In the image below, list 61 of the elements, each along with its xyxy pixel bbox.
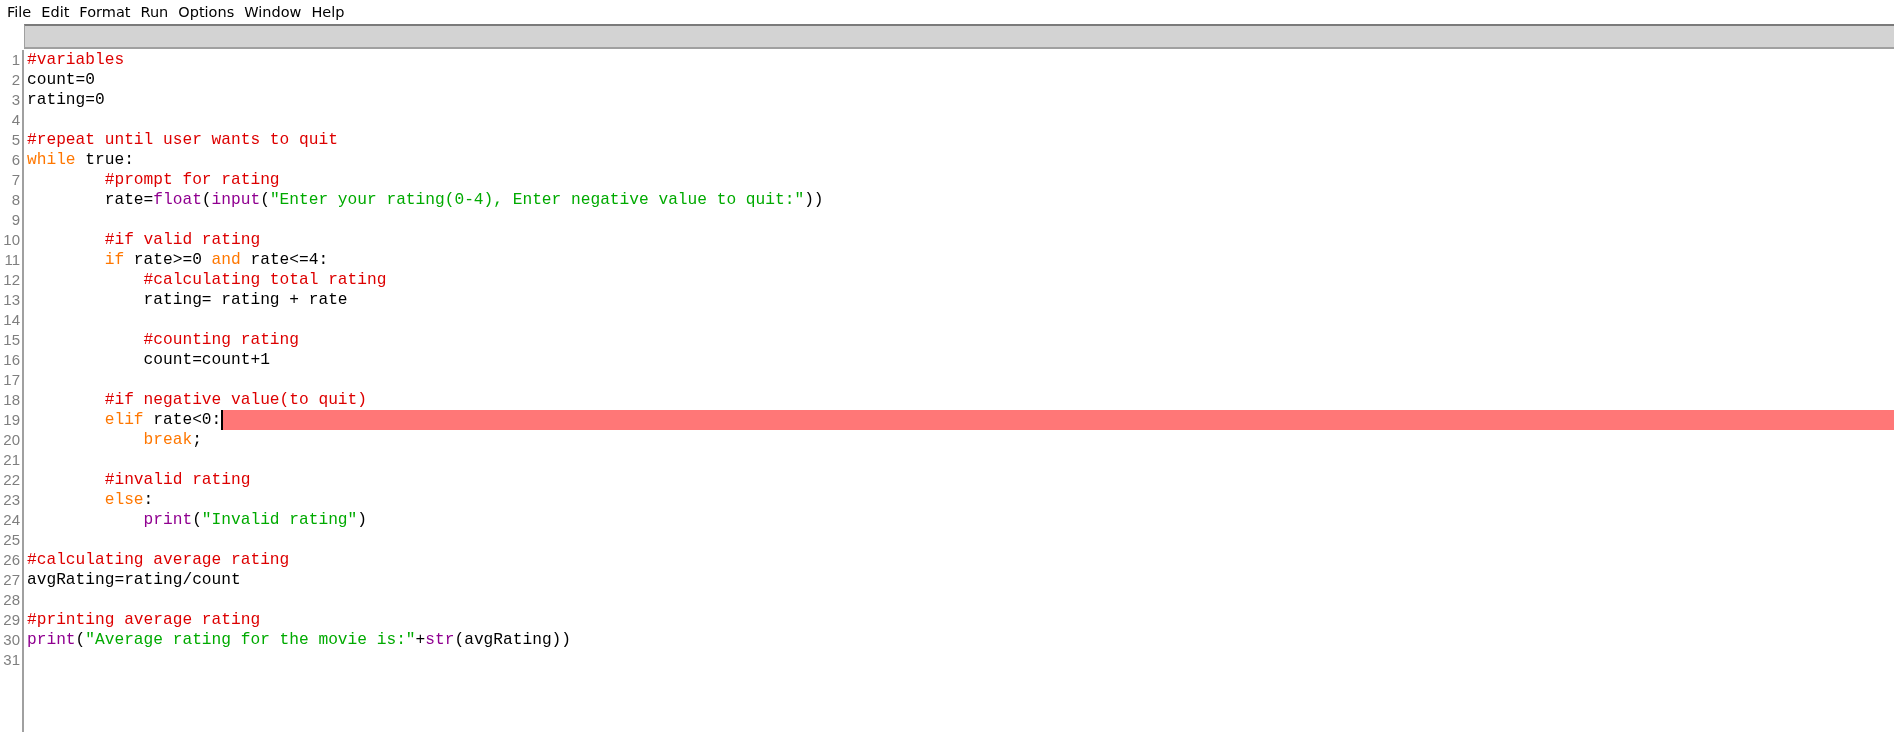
line-number: 1 [11, 50, 20, 70]
line-number: 7 [11, 170, 20, 190]
code-line: #calculating average rating [27, 550, 290, 570]
line-number: 18 [3, 390, 20, 410]
line-number: 3 [11, 90, 20, 110]
line-number: 10 [3, 230, 20, 250]
code-line: #printing average rating [27, 610, 261, 630]
code-line: count=0 [27, 70, 95, 90]
code-line: print("Invalid rating") [143, 510, 367, 530]
code-line: #counting rating [143, 330, 299, 350]
line-number: 19 [3, 410, 20, 430]
code-line: rate=float(input("Enter your rating(0-4), Enter negative value to quit:")) [104, 190, 824, 210]
menu-item[interactable]: File [2, 2, 37, 22]
line-number: 14 [3, 310, 20, 330]
menu-item[interactable]: Help [306, 2, 350, 22]
code-line: #variables [27, 50, 125, 70]
line-number: 27 [3, 570, 20, 590]
line-number: 2 [11, 70, 20, 90]
line-number: 24 [3, 510, 20, 530]
menu-item[interactable]: Options [173, 2, 240, 22]
line-number: 28 [3, 590, 20, 610]
code-line: avgRating=rating/count [27, 570, 241, 590]
line-number: 12 [3, 270, 20, 290]
line-number: 20 [3, 430, 20, 450]
line-number: 31 [3, 650, 20, 670]
line-number: 8 [11, 190, 20, 210]
line-number: 30 [3, 630, 20, 650]
code-line: #if negative value(to quit) [104, 390, 367, 410]
line-number: 9 [11, 210, 20, 230]
line-number: 6 [11, 150, 20, 170]
code-line: count=count+1 [143, 350, 270, 370]
menu-item[interactable]: Edit [36, 2, 75, 22]
code-line: print("Average rating for the movie is:"+str(avgRating)) [27, 630, 572, 650]
menu-item[interactable]: Format [74, 2, 136, 22]
code-line: #if valid rating [104, 230, 261, 250]
code-line: #prompt for rating [104, 170, 280, 190]
menu-item[interactable]: Window [239, 2, 307, 22]
line-number: 26 [3, 550, 20, 570]
line-number: 25 [3, 530, 20, 550]
line-number: 29 [3, 610, 20, 630]
code-line: else: [104, 490, 154, 510]
code-line: #calculating total rating [143, 270, 387, 290]
line-number: 22 [3, 470, 20, 490]
line-number: 23 [3, 490, 20, 510]
line-number: 4 [11, 110, 20, 130]
code-line: while true: [27, 150, 134, 170]
line-number: 16 [3, 350, 20, 370]
line-number: 15 [3, 330, 20, 350]
line-number: 21 [3, 450, 20, 470]
code-line: #invalid rating [104, 470, 251, 490]
code-line: rating=0 [27, 90, 105, 110]
code-line: break; [143, 430, 202, 450]
line-number: 13 [3, 290, 20, 310]
line-number: 11 [4, 250, 20, 270]
menu-item[interactable]: Run [135, 2, 174, 22]
code-line: elif rate<0: [104, 410, 222, 430]
code-line: if rate>=0 and rate<=4: [104, 250, 329, 270]
code-line: #repeat until user wants to quit [27, 130, 338, 150]
line-number: 5 [11, 130, 20, 150]
code-line: rating= rating + rate [143, 290, 348, 310]
line-number: 17 [3, 370, 20, 390]
